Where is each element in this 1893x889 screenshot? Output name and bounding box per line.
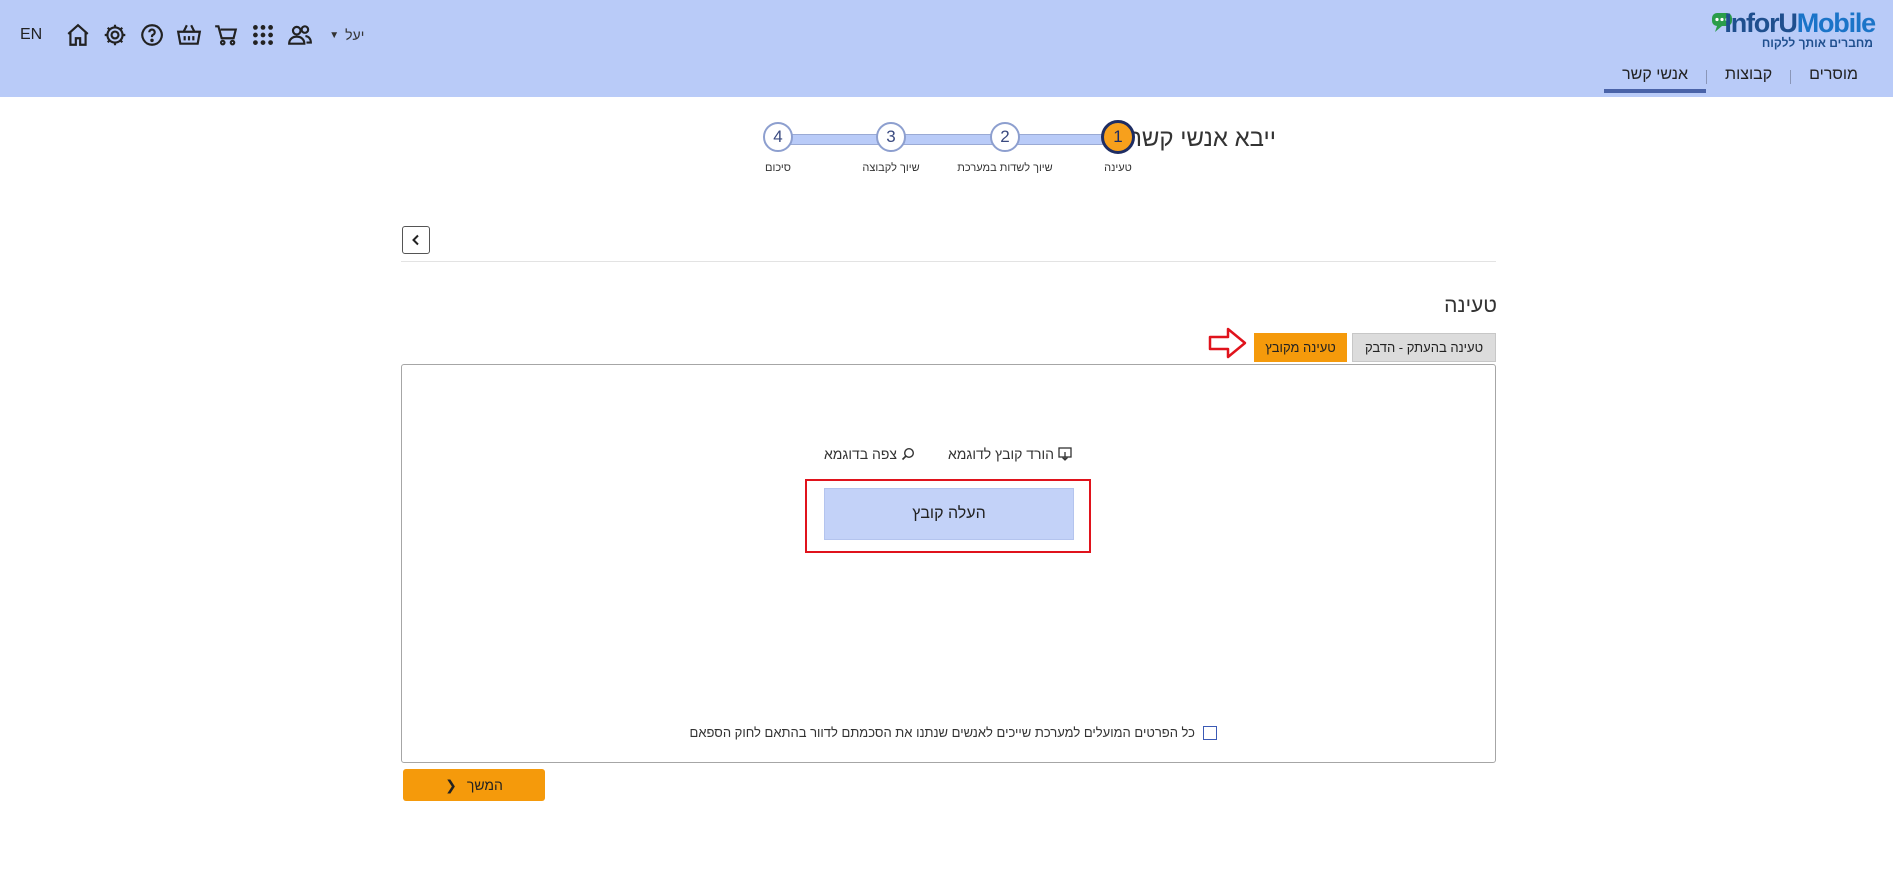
cart-icon[interactable] <box>212 21 240 49</box>
search-icon <box>901 447 915 461</box>
chevron-down-icon: ▼ <box>329 29 340 41</box>
chevron-left-icon: ❮ <box>445 776 457 793</box>
step-4-circle: 4 <box>763 122 793 152</box>
step-1-circle: 1 <box>1101 120 1135 154</box>
page-title: ייבא אנשי קשר <box>1129 125 1276 152</box>
view-sample-label: צפה בדוגמא <box>824 446 898 462</box>
continue-label: המשך <box>466 777 503 793</box>
logo-wordmark: InforUMobile <box>1724 8 1877 39</box>
download-sample-link[interactable]: הורד קובץ לדוגמא <box>948 446 1072 462</box>
step-3-label: שיוך לקבוצה <box>862 162 920 174</box>
wizard-stepper: 4 3 2 1 סיכום שיוך לקבוצה שיוך לשדות במע… <box>760 120 1140 182</box>
step-1-label: טעינה <box>1104 162 1132 174</box>
logo-tagline: מחברים אותך ללקוח <box>1761 36 1873 50</box>
nav-item-senders[interactable]: מוסרים <box>1791 64 1876 90</box>
step-4-label: סיכום <box>765 162 791 174</box>
tab-file-load[interactable]: טעינה מקובץ <box>1254 333 1347 362</box>
spam-consent: כל הפרטים המועלים למערכת שייכים לאנשים ש… <box>690 725 1217 740</box>
top-header: EN ▼ יעל InforUMobile מחברים אותך ללקוח … <box>0 0 1893 97</box>
consent-label: כל הפרטים המועלים למערכת שייכים לאנשים ש… <box>689 725 1195 740</box>
basket-icon[interactable] <box>175 21 203 49</box>
home-icon[interactable] <box>64 21 92 49</box>
download-sample-label: הורד קובץ לדוגמא <box>948 446 1054 462</box>
header-toolbar: EN ▼ יעל <box>20 20 364 50</box>
stepper-track <box>780 134 1116 145</box>
language-switch[interactable]: EN <box>20 26 42 44</box>
step-3-circle: 3 <box>876 122 906 152</box>
collapse-button[interactable] <box>402 226 430 254</box>
app-logo[interactable]: InforUMobile מחברים אותך ללקוח <box>1709 8 1877 50</box>
user-menu[interactable]: ▼ יעל <box>329 27 364 43</box>
user-name: יעל <box>345 27 365 43</box>
download-icon <box>1058 447 1072 461</box>
continue-button[interactable]: המשך ❮ <box>403 769 545 801</box>
logo-name-dark: InforU <box>1724 8 1798 38</box>
step-2-label: שיוך לשדות במערכת <box>957 162 1053 174</box>
file-load-panel <box>401 364 1496 763</box>
apps-grid-icon[interactable] <box>249 21 277 49</box>
nav-item-contacts[interactable]: אנשי קשר <box>1604 64 1706 93</box>
settings-icon[interactable] <box>101 21 129 49</box>
section-title: טעינה <box>1444 294 1497 317</box>
consent-checkbox[interactable] <box>1203 725 1217 740</box>
view-sample-link[interactable]: צפה בדוגמא <box>824 446 915 462</box>
tab-paste-load[interactable]: טעינה בהעתק - הדבק <box>1352 333 1496 362</box>
section-divider <box>401 261 1496 262</box>
users-icon[interactable] <box>286 21 314 49</box>
arrow-right-icon <box>1208 327 1247 359</box>
step-2-circle: 2 <box>990 122 1020 152</box>
chevron-left-icon <box>412 234 419 246</box>
logo-name-light: Mobile <box>1796 8 1877 38</box>
nav-item-groups[interactable]: קבוצות <box>1707 64 1790 90</box>
help-icon[interactable] <box>138 21 166 49</box>
main-nav: אנשי קשר קבוצות מוסרים <box>1604 64 1876 93</box>
upload-file-button[interactable]: העלה קובץ <box>824 488 1074 540</box>
